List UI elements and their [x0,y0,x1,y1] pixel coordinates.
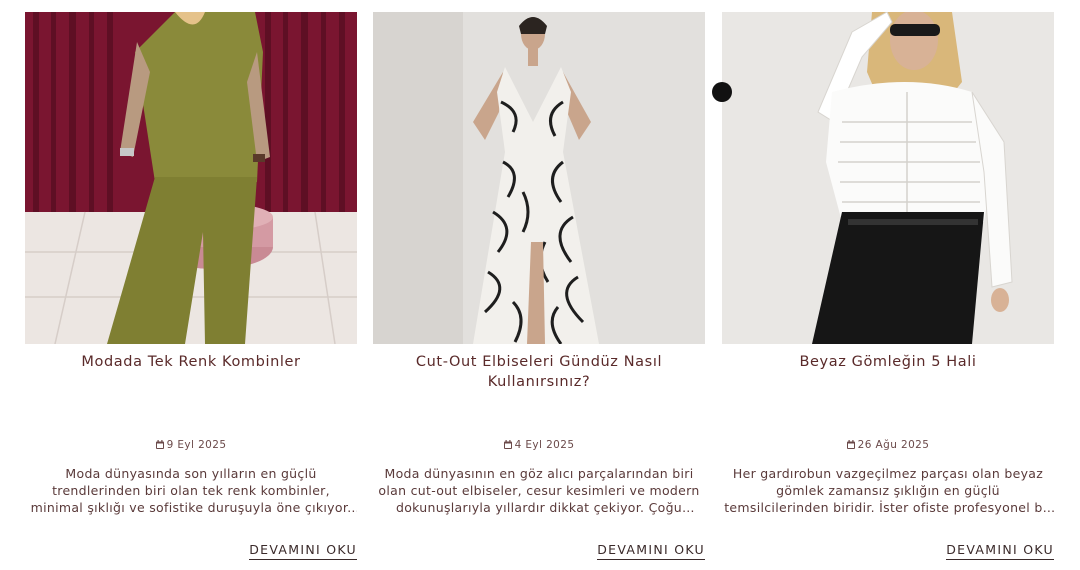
read-more-link[interactable]: DEVAMINI OKU [597,542,705,560]
read-more-link[interactable]: DEVAMINI OKU [249,542,357,560]
post-image-olive-knit-set[interactable] [25,12,357,344]
post-image-zebra-dress[interactable] [373,12,705,344]
slider-dot[interactable] [712,82,732,102]
post-date: 26 Ağu 2025 [722,437,1054,453]
post-title[interactable]: Cut-Out Elbiseleri Gündüz Nasıl Kullanır… [373,352,705,432]
blog-card: Modada Tek Renk Kombinler 9 Eyl 2025 Mod… [25,12,357,570]
post-date-text: 26 Ağu 2025 [857,439,930,451]
blog-card: Beyaz Gömleğin 5 Hali 26 Ağu 2025 Her ga… [722,12,1054,570]
read-more-link[interactable]: DEVAMINI OKU [946,542,1054,560]
post-excerpt: Moda dünyasının en göz alıcı parçalarınd… [378,466,700,515]
blog-card: Cut-Out Elbiseleri Gündüz Nasıl Kullanır… [373,12,705,570]
post-title[interactable]: Beyaz Gömleğin 5 Hali [722,352,1054,432]
post-excerpt: Moda dünyasında son yılların en güçlü tr… [30,466,352,515]
post-title[interactable]: Modada Tek Renk Kombinler [25,352,357,432]
calendar-icon [155,440,164,449]
calendar-icon [503,440,512,449]
post-date-text: 9 Eyl 2025 [166,439,227,451]
post-image-white-shirt[interactable] [722,12,1054,344]
post-date: 9 Eyl 2025 [25,437,357,453]
post-date-text: 4 Eyl 2025 [514,439,575,451]
post-excerpt: Her gardırobun vazgeçilmez parçası olan … [724,466,1052,515]
blog-grid: Modada Tek Renk Kombinler 9 Eyl 2025 Mod… [0,0,1080,570]
calendar-icon [846,440,855,449]
post-date: 4 Eyl 2025 [373,437,705,453]
